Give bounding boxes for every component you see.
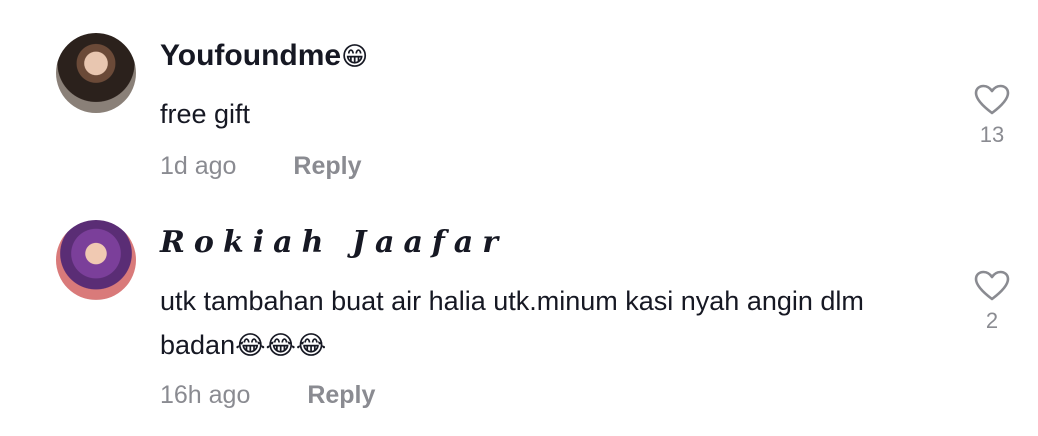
comment-text: utk tambahan buat air halia utk.minum ka… <box>160 279 940 368</box>
avatar[interactable] <box>56 220 136 300</box>
comment-timestamp: 16h ago <box>160 381 251 409</box>
comment-meta: 1d ago Reply <box>160 152 362 181</box>
like-button[interactable]: 2 <box>964 270 1020 334</box>
reply-button[interactable]: Reply <box>293 152 361 181</box>
comment-text-emoji: 😂😂😂 <box>235 331 327 361</box>
heart-outline-icon <box>974 270 1010 301</box>
heart-outline-icon <box>974 84 1010 115</box>
comment-timestamp: 1d ago <box>160 152 237 180</box>
avatar[interactable] <box>56 33 136 113</box>
comment-username[interactable]: Rokiah Jaafar <box>160 225 507 261</box>
like-button[interactable]: 13 <box>964 84 1020 148</box>
comment-text: free gift <box>160 99 251 129</box>
comment-item: Rokiah Jaafar utk tambahan buat air hali… <box>0 200 1038 436</box>
comment-username[interactable]: Youfoundme😁 <box>160 38 368 75</box>
reply-button[interactable]: Reply <box>307 381 375 410</box>
like-count: 13 <box>979 122 1005 147</box>
like-count: 2 <box>985 308 999 333</box>
comment-meta: 16h ago Reply <box>160 381 375 410</box>
username-emoji: 😁 <box>341 42 369 72</box>
username-text: Youfoundme <box>160 39 342 72</box>
comment-item: Youfoundme😁 free gift 1d ago Reply 13 <box>0 0 1038 200</box>
username-text: Rokiah Jaafar <box>160 225 508 260</box>
